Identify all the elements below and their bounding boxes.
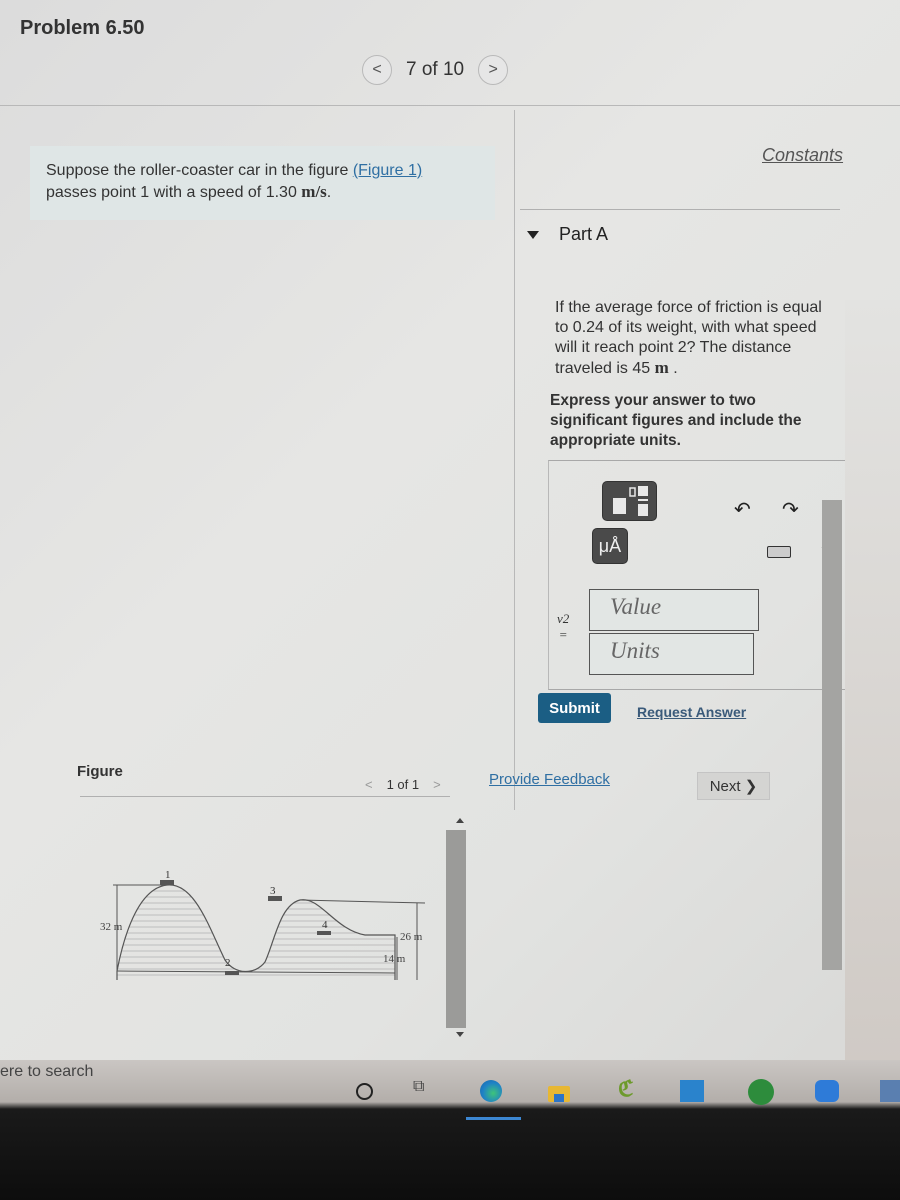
units-input[interactable]: Units <box>589 633 754 675</box>
answer-variable: v2 = <box>557 611 569 643</box>
figure-next-button[interactable]: > <box>433 777 441 792</box>
question-body: If the average force of friction is equa… <box>555 299 822 377</box>
figure-scroll-up-arrow[interactable] <box>456 818 464 823</box>
figure-link[interactable]: (Figure 1) <box>353 162 422 179</box>
dim-26-top <box>299 899 426 904</box>
browser-page: Problem 6.50 < 7 of 10 > Suppose the rol… <box>0 0 900 1090</box>
zoom-icon[interactable] <box>815 1080 839 1102</box>
screen-edge <box>845 300 900 1090</box>
problem-intro: Suppose the roller-coaster car in the fi… <box>30 146 495 220</box>
value-input[interactable]: Value <box>589 589 759 631</box>
distance-unit: m <box>654 358 669 377</box>
speed-unit: m/s <box>301 182 327 201</box>
dimension-14m: 14 m <box>383 953 406 965</box>
figure-counter: 1 of 1 <box>386 777 420 792</box>
figure-heading: Figure <box>77 763 123 780</box>
camtasia-icon[interactable]: ℭ <box>618 1076 640 1101</box>
provide-feedback-link[interactable]: Provide Feedback <box>489 771 610 788</box>
figure-prev-button[interactable]: < <box>365 777 373 792</box>
constants-divider <box>520 209 840 210</box>
edge-icon[interactable] <box>480 1080 502 1102</box>
roller-coaster-figure: 1 2 3 4 32 m 26 m 14 m <box>100 870 426 980</box>
task-view-icon[interactable]: ⧉ <box>413 1078 435 1100</box>
answer-panel: μÅ ↶ ↷ ↻ ? v2 = Value Units <box>548 460 858 690</box>
undo-icon[interactable]: ↶ <box>734 497 751 522</box>
column-divider <box>514 110 515 810</box>
point-label-1: 1 <box>165 870 171 881</box>
templates-icon <box>613 486 648 516</box>
caret-down-icon <box>527 230 539 239</box>
car-point-2 <box>225 971 239 975</box>
intro-text: Suppose the roller-coaster car in the fi… <box>46 162 353 179</box>
point-label-2: 2 <box>225 957 231 969</box>
intro-text-line2: passes point 1 with a speed of 1.30 <box>46 184 302 201</box>
templates-button[interactable] <box>602 481 657 521</box>
figure-scrollbar[interactable] <box>446 830 466 1028</box>
equals-sign: = <box>558 627 568 642</box>
question-text: If the average force of friction is equa… <box>555 298 830 379</box>
header-divider <box>0 105 900 106</box>
instruction-text: Express your answer to two significant f… <box>550 392 802 449</box>
figure-pager: < 1 of 1 > <box>365 777 441 792</box>
constants-link[interactable]: Constants <box>762 145 843 166</box>
variable-name: v2 <box>557 611 570 626</box>
point-label-4: 4 <box>322 919 328 931</box>
dimension-26m: 26 m <box>400 931 423 943</box>
calculator-icon[interactable] <box>880 1080 900 1102</box>
problem-pager: < 7 of 10 > <box>362 55 509 85</box>
part-label: Part A <box>559 224 609 244</box>
active-app-indicator <box>466 1117 521 1120</box>
car-point-4 <box>317 931 331 935</box>
app-icon[interactable] <box>680 1080 704 1102</box>
request-answer-link[interactable]: Request Answer <box>637 704 746 720</box>
chevron-right-icon: > <box>488 61 498 78</box>
problem-counter: 7 of 10 <box>406 59 465 80</box>
point-label-3: 3 <box>270 885 276 897</box>
next-button[interactable]: Next ❯ <box>697 772 770 800</box>
units-button[interactable]: μÅ <box>592 528 628 564</box>
next-problem-button[interactable]: > <box>478 55 509 85</box>
chevron-left-icon: < <box>372 61 382 78</box>
redo-icon[interactable]: ↷ <box>782 497 799 522</box>
units-icon: μÅ <box>598 535 622 556</box>
keyboard-icon[interactable] <box>767 546 791 558</box>
track-terrain <box>116 884 396 980</box>
figure-divider <box>80 796 450 797</box>
dimension-32m: 32 m <box>100 921 123 933</box>
cortana-icon[interactable] <box>356 1083 373 1100</box>
figure-scroll-down-arrow[interactable] <box>456 1032 464 1037</box>
spotify-icon[interactable] <box>748 1079 774 1105</box>
part-a-toggle[interactable]: Part A <box>527 224 608 245</box>
submit-button[interactable]: Submit <box>538 693 611 723</box>
page-scrollbar[interactable] <box>822 500 842 970</box>
file-explorer-icon[interactable] <box>548 1086 570 1102</box>
page-title: Problem 6.50 <box>20 17 145 39</box>
prev-problem-button[interactable]: < <box>362 55 392 85</box>
intro-period: . <box>326 184 332 201</box>
taskbar-search[interactable]: ere to search <box>0 1063 93 1081</box>
question-end: . <box>668 360 678 377</box>
